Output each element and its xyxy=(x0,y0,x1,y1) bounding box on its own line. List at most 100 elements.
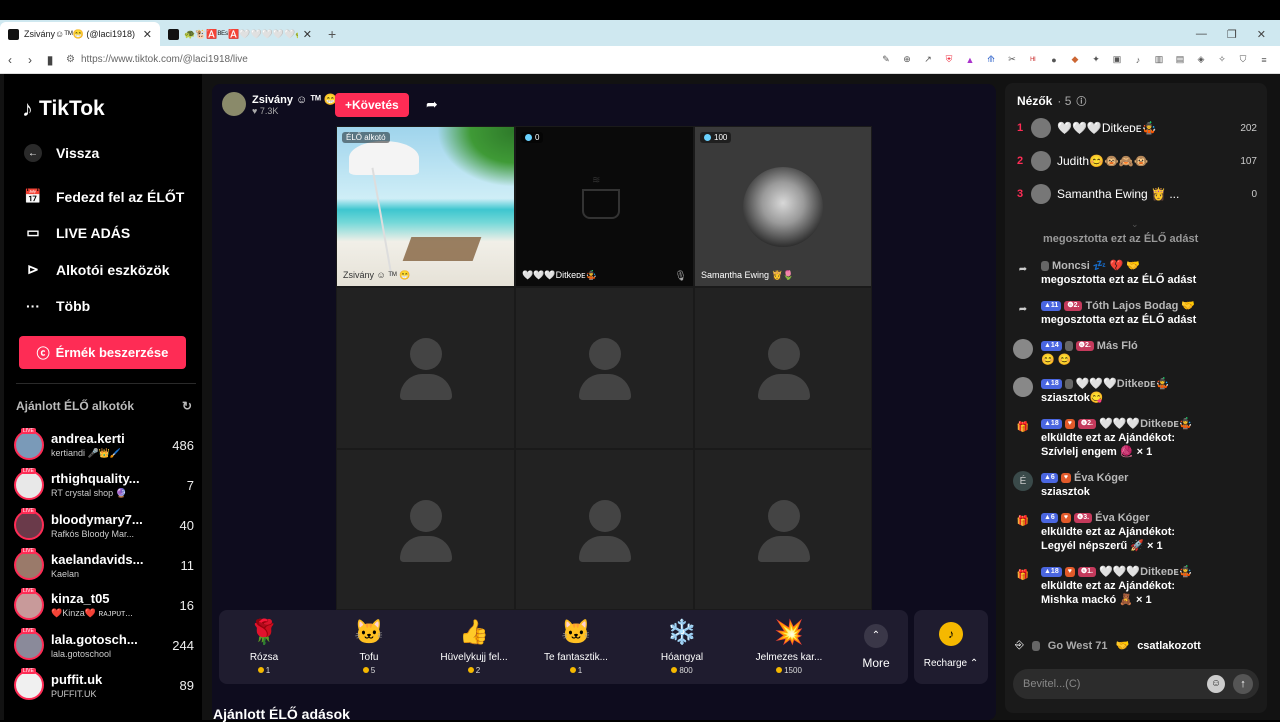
recommended-creator[interactable]: LIVE lala.gotosch... lala.gotoschool 244 xyxy=(14,626,194,664)
host-name[interactable]: Zsivány ☺ ᵀᴹ 😁 xyxy=(252,93,338,106)
refresh-icon[interactable]: ↻ xyxy=(182,399,192,413)
gift-name: Tofu xyxy=(359,652,379,663)
chat-username[interactable]: Tóth Lajos Bodag xyxy=(1085,299,1178,313)
close-window-icon[interactable]: ✕ xyxy=(1257,28,1266,41)
recommended-creator[interactable]: LIVE kinza_t05 ❤️Kinza❤️ ʀᴀᴊᴘᴜᴛ... 16 xyxy=(14,586,194,624)
send-icon[interactable]: ↑ xyxy=(1233,674,1253,694)
sidebar-icon[interactable]: ▥ xyxy=(1153,54,1165,66)
viewer-row[interactable]: 1 🤍🤍🤍Ditkeᴅᴇ🤹 202 xyxy=(1017,117,1257,139)
viewers-label: Nézők xyxy=(1017,93,1053,108)
browser-tab-active[interactable]: Zsivány☺ᵀᴹ😁 (@laci1918) É... ✕ xyxy=(0,22,160,46)
guest-cell[interactable]: ≋ 0 🤍🤍🤍Ditkeᴅᴇ🤹 🎙 xyxy=(515,126,694,287)
extension-icon[interactable]: ◈ xyxy=(1195,54,1207,66)
guest-cell-host[interactable]: ÉLŐ alkotó Zsivány ☺ ᵀᴹ 😁 xyxy=(336,126,515,287)
empty-guest-slot[interactable] xyxy=(694,287,872,449)
coin-icon: ♪ xyxy=(939,622,963,646)
beach-chair xyxy=(402,237,482,261)
restore-icon[interactable]: ❐ xyxy=(1227,28,1237,41)
viewer-row[interactable]: 3 Samantha Ewing 👸 ... 0 xyxy=(1017,183,1257,205)
emoji-icon[interactable]: ☺ xyxy=(1207,675,1225,693)
creator-avatar: LIVE xyxy=(14,468,44,500)
tools-icon[interactable]: ✂ xyxy=(1006,54,1018,66)
nav-creator-tools[interactable]: ⊳ Alkotói eszközök xyxy=(24,261,169,278)
back-icon[interactable]: ‹ xyxy=(0,53,20,67)
puzzle-icon[interactable]: ✦ xyxy=(1090,54,1102,66)
chat-username[interactable]: Moncsi xyxy=(1052,259,1090,273)
person-placeholder-icon xyxy=(589,338,621,370)
recommended-creator[interactable]: LIVE andrea.kerti kertiandi 🎤👑🖌️ 486 xyxy=(14,426,194,464)
user-badge: ▲18 xyxy=(1041,379,1062,389)
recommended-creator[interactable]: LIVE puffit.uk PUFFIT.UK 89 xyxy=(14,666,194,704)
music-icon[interactable]: ♪ xyxy=(1132,54,1144,66)
empty-guest-slot[interactable] xyxy=(515,449,694,610)
more-gifts-button[interactable]: ⌃ More xyxy=(856,624,896,670)
chat-username[interactable]: Más Fló xyxy=(1097,339,1138,353)
gift-item[interactable]: 🐱 Te fantasztik... 1 xyxy=(531,618,621,675)
extension-icon[interactable]: ᴴᴵ xyxy=(1027,54,1039,66)
extension-icon[interactable]: ◆ xyxy=(1069,54,1081,66)
recommended-creator[interactable]: LIVE bloodymary7... Rafkós Bloody Mar... 40 xyxy=(14,506,194,544)
get-coins-button[interactable]: ⓒ Érmék beszerzése xyxy=(19,336,186,369)
joined-user[interactable]: Go West 71 xyxy=(1048,640,1108,652)
user-badge: ❻1. xyxy=(1077,567,1096,577)
wallet-icon[interactable]: ▤ xyxy=(1174,54,1186,66)
chat-username[interactable]: 🤍🤍🤍Ditkeᴅᴇ🤹 xyxy=(1099,565,1193,579)
vpn-icon[interactable]: ⛉ xyxy=(1237,54,1249,66)
back-button[interactable]: ← Vissza xyxy=(24,144,99,162)
empty-guest-slot[interactable] xyxy=(694,449,872,610)
guest-cell[interactable]: 100 Samantha Ewing 👸🌷 xyxy=(694,126,872,287)
guest-score: 0 xyxy=(521,132,544,143)
empty-guest-slot[interactable] xyxy=(515,287,694,449)
nav-explore-live[interactable]: 📅 Fedezd fel az ÉLŐT xyxy=(24,188,184,205)
chat-username[interactable]: 🤍🤍🤍Ditkeᴅᴇ🤹 xyxy=(1099,417,1193,431)
chat-username[interactable]: 🤍🤍🤍Ditkeᴅᴇ🤹 xyxy=(1076,377,1170,391)
menu-icon[interactable]: ≡ xyxy=(1258,54,1270,66)
gift-item[interactable]: 💥 Jelmezes kar... 1500 xyxy=(744,618,834,675)
nav-live-broadcast[interactable]: ▭ LIVE ADÁS xyxy=(24,224,130,241)
extension-icon[interactable]: ● xyxy=(1048,54,1060,66)
zoom-icon[interactable]: ⊕ xyxy=(901,54,913,66)
ai-icon[interactable]: ✧ xyxy=(1216,54,1228,66)
tiktok-logo[interactable]: ♪ TikTok xyxy=(22,96,105,122)
bookmark-icon[interactable]: ▮ xyxy=(40,53,60,67)
chevron-down-icon[interactable]: ⌄ xyxy=(1131,219,1139,230)
forward-icon[interactable]: › xyxy=(20,53,40,67)
host-avatar[interactable] xyxy=(222,92,246,116)
share-icon[interactable]: ➦ xyxy=(426,96,438,113)
new-tab-button[interactable]: + xyxy=(320,22,344,46)
recharge-button[interactable]: ♪ Recharge ⌃ xyxy=(914,610,988,684)
browser-tab[interactable]: 🐢🐮🅰️ᴮᴱˢ🅰️🤍🤍🤍🤍🤍🐢 (@csby0... ✕ xyxy=(160,22,320,46)
empty-guest-slot[interactable] xyxy=(336,449,515,610)
gift-price: 1 xyxy=(219,666,309,675)
close-tab-icon[interactable]: ✕ xyxy=(143,28,152,41)
creator-avatar: LIVE xyxy=(14,588,44,620)
live-badge: LIVE xyxy=(21,668,36,674)
minimize-icon[interactable]: — xyxy=(1196,28,1207,40)
chat-username[interactable]: Éva Kóger xyxy=(1074,471,1128,485)
gift-item[interactable]: 👍 Hüvelykujj fel... 2 xyxy=(429,618,519,675)
close-tab-icon[interactable]: ✕ xyxy=(303,28,312,41)
gift-item[interactable]: 🌹 Rózsa 1 xyxy=(219,618,309,675)
viewer-row[interactable]: 2 Judith😊🐵🙈🐵 107 xyxy=(1017,150,1257,172)
empty-guest-slot[interactable] xyxy=(336,287,515,449)
info-icon[interactable]: ⓘ xyxy=(1076,93,1086,108)
gift-item[interactable]: 🐱 Tofu 5 xyxy=(324,618,414,675)
url-field[interactable]: https://www.tiktok.com/@laci1918/live xyxy=(81,54,248,65)
recommended-creator[interactable]: LIVE kaelandavids... Kaelan 11 xyxy=(14,546,194,584)
rewards-icon[interactable]: ▲ xyxy=(964,54,976,66)
recommended-creator[interactable]: LIVE rthighquality... RT crystal shop 🔮 7 xyxy=(14,466,194,504)
extension-icon[interactable]: ✎ xyxy=(880,54,892,66)
gift-image-icon: 💥 xyxy=(774,619,804,646)
gift-item[interactable]: ❄️ Hóangyal 800 xyxy=(637,618,727,675)
umbrella-pole xyxy=(371,167,393,277)
extension-icon[interactable]: ▣ xyxy=(1111,54,1123,66)
site-settings-icon[interactable]: ⚙ xyxy=(66,54,75,65)
live-badge: LIVE xyxy=(21,588,36,594)
translate-icon[interactable]: ⟰ xyxy=(985,54,997,66)
follow-button[interactable]: + Követés xyxy=(335,93,409,117)
share-page-icon[interactable]: ↗ xyxy=(922,54,934,66)
chat-username[interactable]: Éva Kóger xyxy=(1095,511,1149,525)
brave-shield-icon[interactable]: ⛨ xyxy=(943,54,955,66)
chat-input[interactable]: Bevitel...(C) ☺ ↑ xyxy=(1013,669,1259,699)
nav-more[interactable]: ··· Több xyxy=(24,298,90,314)
